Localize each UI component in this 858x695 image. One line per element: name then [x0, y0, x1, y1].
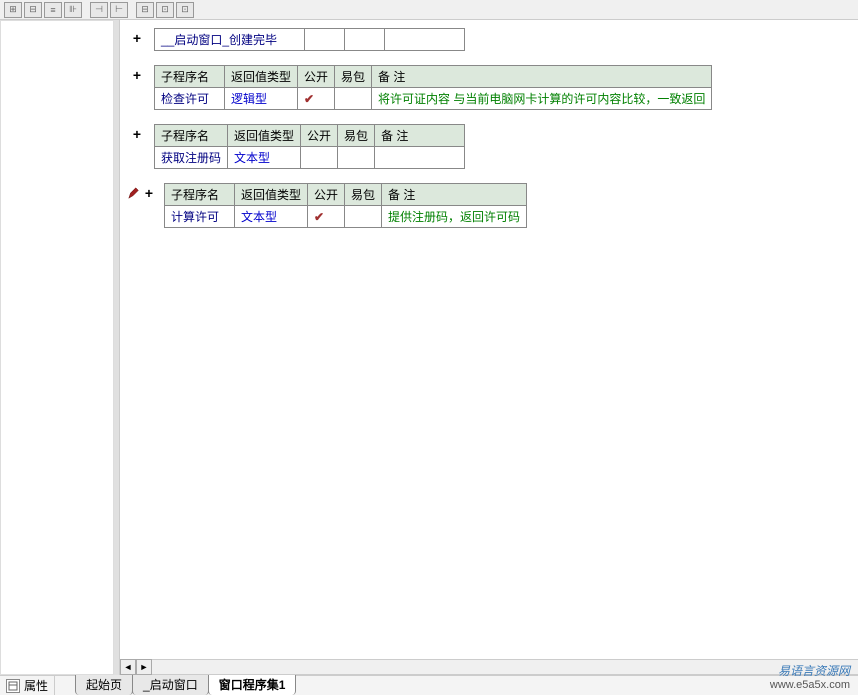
code-area: + __启动窗口_创建完毕 + 子程 — [120, 20, 858, 675]
expand-icon[interactable]: + — [133, 126, 141, 142]
cell-remark[interactable] — [375, 147, 465, 169]
tab-window-procedure-set[interactable]: 窗口程序集1 — [208, 673, 297, 695]
subroutine-table[interactable]: 子程序名 返回值类型 公开 易包 备 注 计算许可 文本型 ✔ 提供注册码，返回… — [164, 183, 527, 228]
cell-type[interactable]: 文本型 — [228, 147, 301, 169]
tab-startup-window[interactable]: _启动窗口 — [132, 673, 209, 695]
horizontal-scrollbar[interactable]: ◄ ► — [120, 659, 858, 675]
toolbar-btn-4[interactable]: ⊪ — [64, 2, 82, 18]
toolbar-btn-7[interactable]: ⊟ — [136, 2, 154, 18]
table-row[interactable]: 检查许可 逻辑型 ✔ 将许可证内容 与当前电脑网卡计算的许可内容比较，一致返回 — [155, 88, 712, 110]
left-tree[interactable] — [0, 20, 114, 675]
toolbar-btn-6[interactable]: ⊢ — [110, 2, 128, 18]
subroutine-table[interactable]: 子程序名 返回值类型 公开 易包 备 注 检查许可 逻辑型 ✔ 将许可证内容 与… — [154, 65, 712, 110]
property-label: 属性 — [24, 677, 48, 694]
header-name: 子程序名 — [155, 66, 225, 88]
subroutine-block-3: + 子程序名 返回值类型 公开 易包 备 注 计算许可 文本型 ✔ — [120, 183, 858, 228]
subroutine-name-table[interactable]: __启动窗口_创建完毕 — [154, 28, 465, 51]
cell-public[interactable]: ✔ — [308, 206, 345, 228]
cell-name[interactable]: 检查许可 — [155, 88, 225, 110]
cell-public[interactable] — [301, 147, 338, 169]
subroutine-row-0: + __启动窗口_创建完毕 — [120, 28, 858, 51]
splitter[interactable] — [114, 20, 119, 675]
expand-icon[interactable]: + — [145, 185, 153, 201]
header-type: 返回值类型 — [225, 66, 298, 88]
subroutine-block-2: + 子程序名 返回值类型 公开 易包 备 注 获取注册码 文本型 — [120, 124, 858, 169]
cell-name[interactable]: 获取注册码 — [155, 147, 228, 169]
check-icon: ✔ — [304, 92, 314, 106]
header-public: 公开 — [301, 125, 338, 147]
property-icon — [6, 679, 20, 693]
toolbar-sep-2 — [130, 2, 134, 18]
tab-start-page[interactable]: 起始页 — [75, 673, 133, 695]
toolbar-btn-9[interactable]: ⊡ — [176, 2, 194, 18]
cell-remark[interactable]: 提供注册码，返回许可码 — [382, 206, 527, 228]
header-type: 返回值类型 — [228, 125, 301, 147]
scroll-right-button[interactable]: ► — [136, 659, 152, 675]
header-name: 子程序名 — [155, 125, 228, 147]
left-panel — [0, 20, 120, 675]
property-panel-toggle[interactable]: 属性 — [0, 676, 55, 695]
header-type: 返回值类型 — [235, 184, 308, 206]
cell-type[interactable]: 逻辑型 — [225, 88, 298, 110]
toolbar-btn-1[interactable]: ⊞ — [4, 2, 22, 18]
toolbar-btn-3[interactable]: ≡ — [44, 2, 62, 18]
document-tabs: 起始页 _启动窗口 窗口程序集1 — [75, 676, 295, 695]
empty-cell[interactable] — [305, 29, 345, 51]
cell-remark[interactable]: 将许可证内容 与当前电脑网卡计算的许可内容比较，一致返回 — [372, 88, 712, 110]
bottom-bar: 属性 起始页 _启动窗口 窗口程序集1 — [0, 675, 858, 695]
expand-icon[interactable]: + — [133, 67, 141, 83]
cell-pack[interactable] — [345, 206, 382, 228]
subroutine-block-1: + 子程序名 返回值类型 公开 易包 备 注 检查许可 逻辑型 ✔ — [120, 65, 858, 110]
expand-icon[interactable]: + — [133, 30, 141, 46]
cell-public[interactable]: ✔ — [298, 88, 335, 110]
cell-pack[interactable] — [338, 147, 375, 169]
header-pack: 易包 — [335, 66, 372, 88]
edit-pen-icon — [127, 186, 141, 200]
header-public: 公开 — [308, 184, 345, 206]
toolbar-btn-2[interactable]: ⊟ — [24, 2, 42, 18]
check-icon: ✔ — [314, 210, 324, 224]
cell-pack[interactable] — [335, 88, 372, 110]
empty-cell[interactable] — [345, 29, 385, 51]
toolbar-sep — [84, 2, 88, 18]
scroll-track[interactable] — [152, 659, 858, 675]
header-remark: 备 注 — [375, 125, 465, 147]
subroutine-table[interactable]: 子程序名 返回值类型 公开 易包 备 注 获取注册码 文本型 — [154, 124, 465, 169]
empty-cell[interactable] — [385, 29, 465, 51]
toolbar-btn-5[interactable]: ⊣ — [90, 2, 108, 18]
header-remark: 备 注 — [382, 184, 527, 206]
header-pack: 易包 — [338, 125, 375, 147]
table-row[interactable]: 计算许可 文本型 ✔ 提供注册码，返回许可码 — [165, 206, 527, 228]
header-public: 公开 — [298, 66, 335, 88]
cell-type[interactable]: 文本型 — [235, 206, 308, 228]
main-area: + __启动窗口_创建完毕 + 子程 — [0, 20, 858, 675]
header-pack: 易包 — [345, 184, 382, 206]
subroutine-name-cell[interactable]: __启动窗口_创建完毕 — [155, 29, 305, 51]
toolbar: ⊞ ⊟ ≡ ⊪ ⊣ ⊢ ⊟ ⊡ ⊡ — [0, 0, 858, 20]
header-name: 子程序名 — [165, 184, 235, 206]
table-row[interactable]: 获取注册码 文本型 — [155, 147, 465, 169]
scroll-left-button[interactable]: ◄ — [120, 659, 136, 675]
toolbar-btn-8[interactable]: ⊡ — [156, 2, 174, 18]
cell-name[interactable]: 计算许可 — [165, 206, 235, 228]
header-remark: 备 注 — [372, 66, 712, 88]
